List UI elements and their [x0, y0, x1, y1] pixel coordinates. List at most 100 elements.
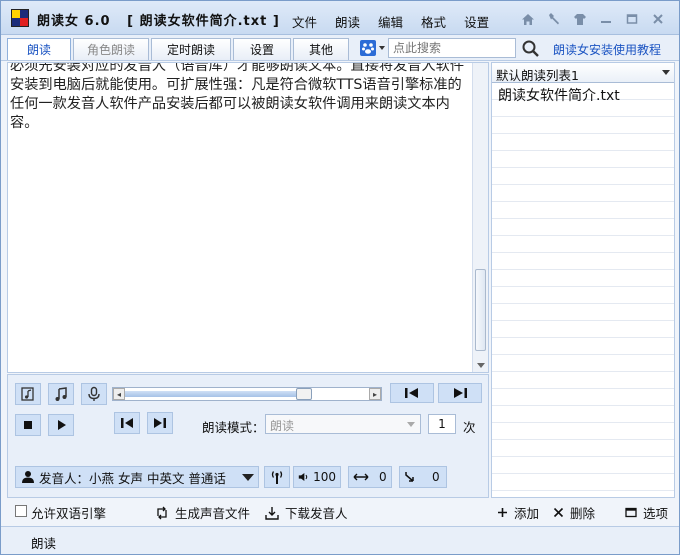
playlist-items: [492, 83, 674, 497]
generate-audio-button[interactable]: 生成声音文件: [155, 503, 250, 522]
playback-progress-slider[interactable]: ◂ ▸: [112, 387, 382, 401]
seek-left-icon[interactable]: ◂: [113, 388, 125, 400]
stop-icon: [24, 421, 32, 429]
scroll-down-icon[interactable]: [477, 363, 485, 368]
read-mode-label: 朗读模式：: [202, 420, 265, 435]
tab-read[interactable]: 朗读: [7, 38, 71, 60]
list-delete-button[interactable]: 删除: [553, 503, 595, 522]
menu-read[interactable]: 朗读: [326, 10, 369, 33]
microphone-icon: [88, 386, 100, 401]
read-mode-value: 朗读: [270, 419, 295, 433]
close-icon[interactable]: [645, 9, 671, 29]
speed-arrows-icon: [353, 473, 369, 481]
bottom-actions: 允许双语引擎 生成声音文件 下载发音人: [7, 501, 489, 523]
microphone-button[interactable]: [81, 383, 107, 405]
menu-format[interactable]: 格式: [412, 10, 455, 33]
speed-value: 0: [379, 470, 387, 484]
speaker-select[interactable]: 发音人：小燕 女声 中英文 普通话: [15, 466, 259, 488]
window-controls: [515, 9, 671, 29]
app-name: 朗读女 6.0: [37, 14, 111, 29]
next-sentence-button[interactable]: [147, 412, 173, 434]
download-speaker-button[interactable]: 下载发音人: [265, 503, 348, 522]
next-file-button[interactable]: [438, 383, 482, 403]
search-input[interactable]: [388, 38, 516, 58]
editor-content[interactable]: 必须先安装对应的发音人（语音库）才能够朗读文本。直接将发音人软件安装到电脑后就能…: [8, 63, 472, 133]
speaker-label: 发音人：小燕 女声 中英文 普通话: [39, 470, 226, 486]
play-icon: [58, 420, 66, 430]
chevron-down-icon: [407, 422, 415, 427]
document-music-icon: [21, 387, 34, 401]
title-bar: 朗读女 6.0 [ 朗读女软件简介.txt ] 文件 朗读 编辑 格式 设置: [1, 1, 679, 35]
read-mode-select[interactable]: 朗读: [265, 414, 421, 434]
pitch-value: 0: [432, 470, 440, 484]
prev-file-button[interactable]: [390, 383, 434, 403]
tutorial-link[interactable]: 朗读女安装使用教程: [553, 41, 661, 58]
menu-file[interactable]: 文件: [283, 10, 326, 33]
chevron-down-icon: [662, 70, 670, 75]
volume-value: 100: [313, 470, 336, 484]
status-bar: 朗读: [1, 526, 679, 554]
minimize-icon[interactable]: [593, 9, 619, 29]
pitch-icon: [405, 472, 414, 482]
plus-icon: [498, 508, 507, 517]
playlist-selected: 默认朗读列表1: [496, 68, 579, 83]
paw-icon: [360, 40, 385, 56]
editor-scrollbar[interactable]: [472, 63, 488, 372]
music-button[interactable]: [48, 383, 74, 405]
text-editor[interactable]: 必须先安装对应的发音人（语音库）才能够朗读文本。直接将发音人软件安装到电脑后就能…: [7, 62, 489, 373]
signal-button[interactable]: [264, 466, 290, 488]
seek-right-icon[interactable]: ▸: [369, 388, 381, 400]
pitch-control[interactable]: 0: [399, 466, 447, 488]
play-button[interactable]: [48, 414, 74, 436]
repeat-unit-label: 次: [463, 420, 476, 435]
skip-forward-icon: [454, 388, 467, 398]
search-engine-dropdown[interactable]: [359, 39, 387, 57]
tab-timed-read[interactable]: 定时朗读: [151, 38, 231, 60]
window-title: 朗读女 6.0 [ 朗读女软件简介.txt ]: [37, 10, 280, 29]
search-icon[interactable]: [521, 39, 541, 59]
home-icon[interactable]: [515, 9, 541, 29]
convert-icon: [157, 506, 167, 519]
stop-button[interactable]: [15, 414, 41, 436]
status-text: 朗读: [31, 536, 57, 551]
volume-control[interactable]: 100: [293, 466, 341, 488]
menu-edit[interactable]: 编辑: [369, 10, 412, 33]
app-window: 朗读女 6.0 [ 朗读女软件简介.txt ] 文件 朗读 编辑 格式 设置 朗…: [0, 0, 680, 555]
speed-control[interactable]: 0: [348, 466, 392, 488]
tab-role-read[interactable]: 角色朗读: [73, 38, 149, 60]
dual-engine-label[interactable]: 允许双语引擎: [31, 503, 106, 522]
skip-back-icon: [121, 418, 133, 428]
generate-audio-label: 生成声音文件: [175, 506, 251, 521]
menu-settings[interactable]: 设置: [455, 10, 498, 33]
list-add-label: 添加: [514, 506, 540, 521]
app-logo-icon: [11, 9, 29, 27]
list-delete-label: 删除: [570, 506, 596, 521]
broadcast-icon: [271, 471, 283, 484]
playlist-select[interactable]: 默认朗读列表1: [492, 63, 674, 83]
progress-fill: [125, 391, 296, 397]
window-icon: [625, 507, 637, 518]
close-icon: [553, 507, 564, 518]
list-add-button[interactable]: 添加: [497, 503, 539, 522]
maximize-icon[interactable]: [619, 9, 645, 29]
tab-settings[interactable]: 设置: [233, 38, 291, 60]
person-icon: [22, 471, 34, 483]
tab-other[interactable]: 其他: [293, 38, 349, 60]
repeat-count-input[interactable]: 1: [428, 414, 456, 434]
download-icon: [265, 506, 279, 520]
skip-forward-icon: [154, 418, 166, 428]
list-item[interactable]: 朗读女软件简介.txt: [498, 85, 620, 105]
file-name: [ 朗读女软件简介.txt ]: [127, 14, 280, 29]
dual-engine-checkbox[interactable]: [15, 505, 27, 517]
player-controls: ◂ ▸ 朗读模式： 朗读 1 次 发音人：小燕 女声 中英文 普通话 100 0…: [7, 374, 489, 498]
playlist-panel: 默认朗读列表1 朗读女软件简介.txt: [491, 62, 675, 498]
list-options-button[interactable]: 选项: [625, 503, 668, 522]
scrollbar-thumb[interactable]: [475, 269, 486, 351]
volume-icon: [298, 473, 308, 481]
open-text-button[interactable]: [15, 383, 41, 405]
chevron-down-icon: [242, 473, 254, 481]
progress-knob[interactable]: [296, 388, 312, 400]
tools-icon[interactable]: [541, 9, 567, 29]
prev-sentence-button[interactable]: [114, 412, 140, 434]
shirt-icon[interactable]: [567, 9, 593, 29]
